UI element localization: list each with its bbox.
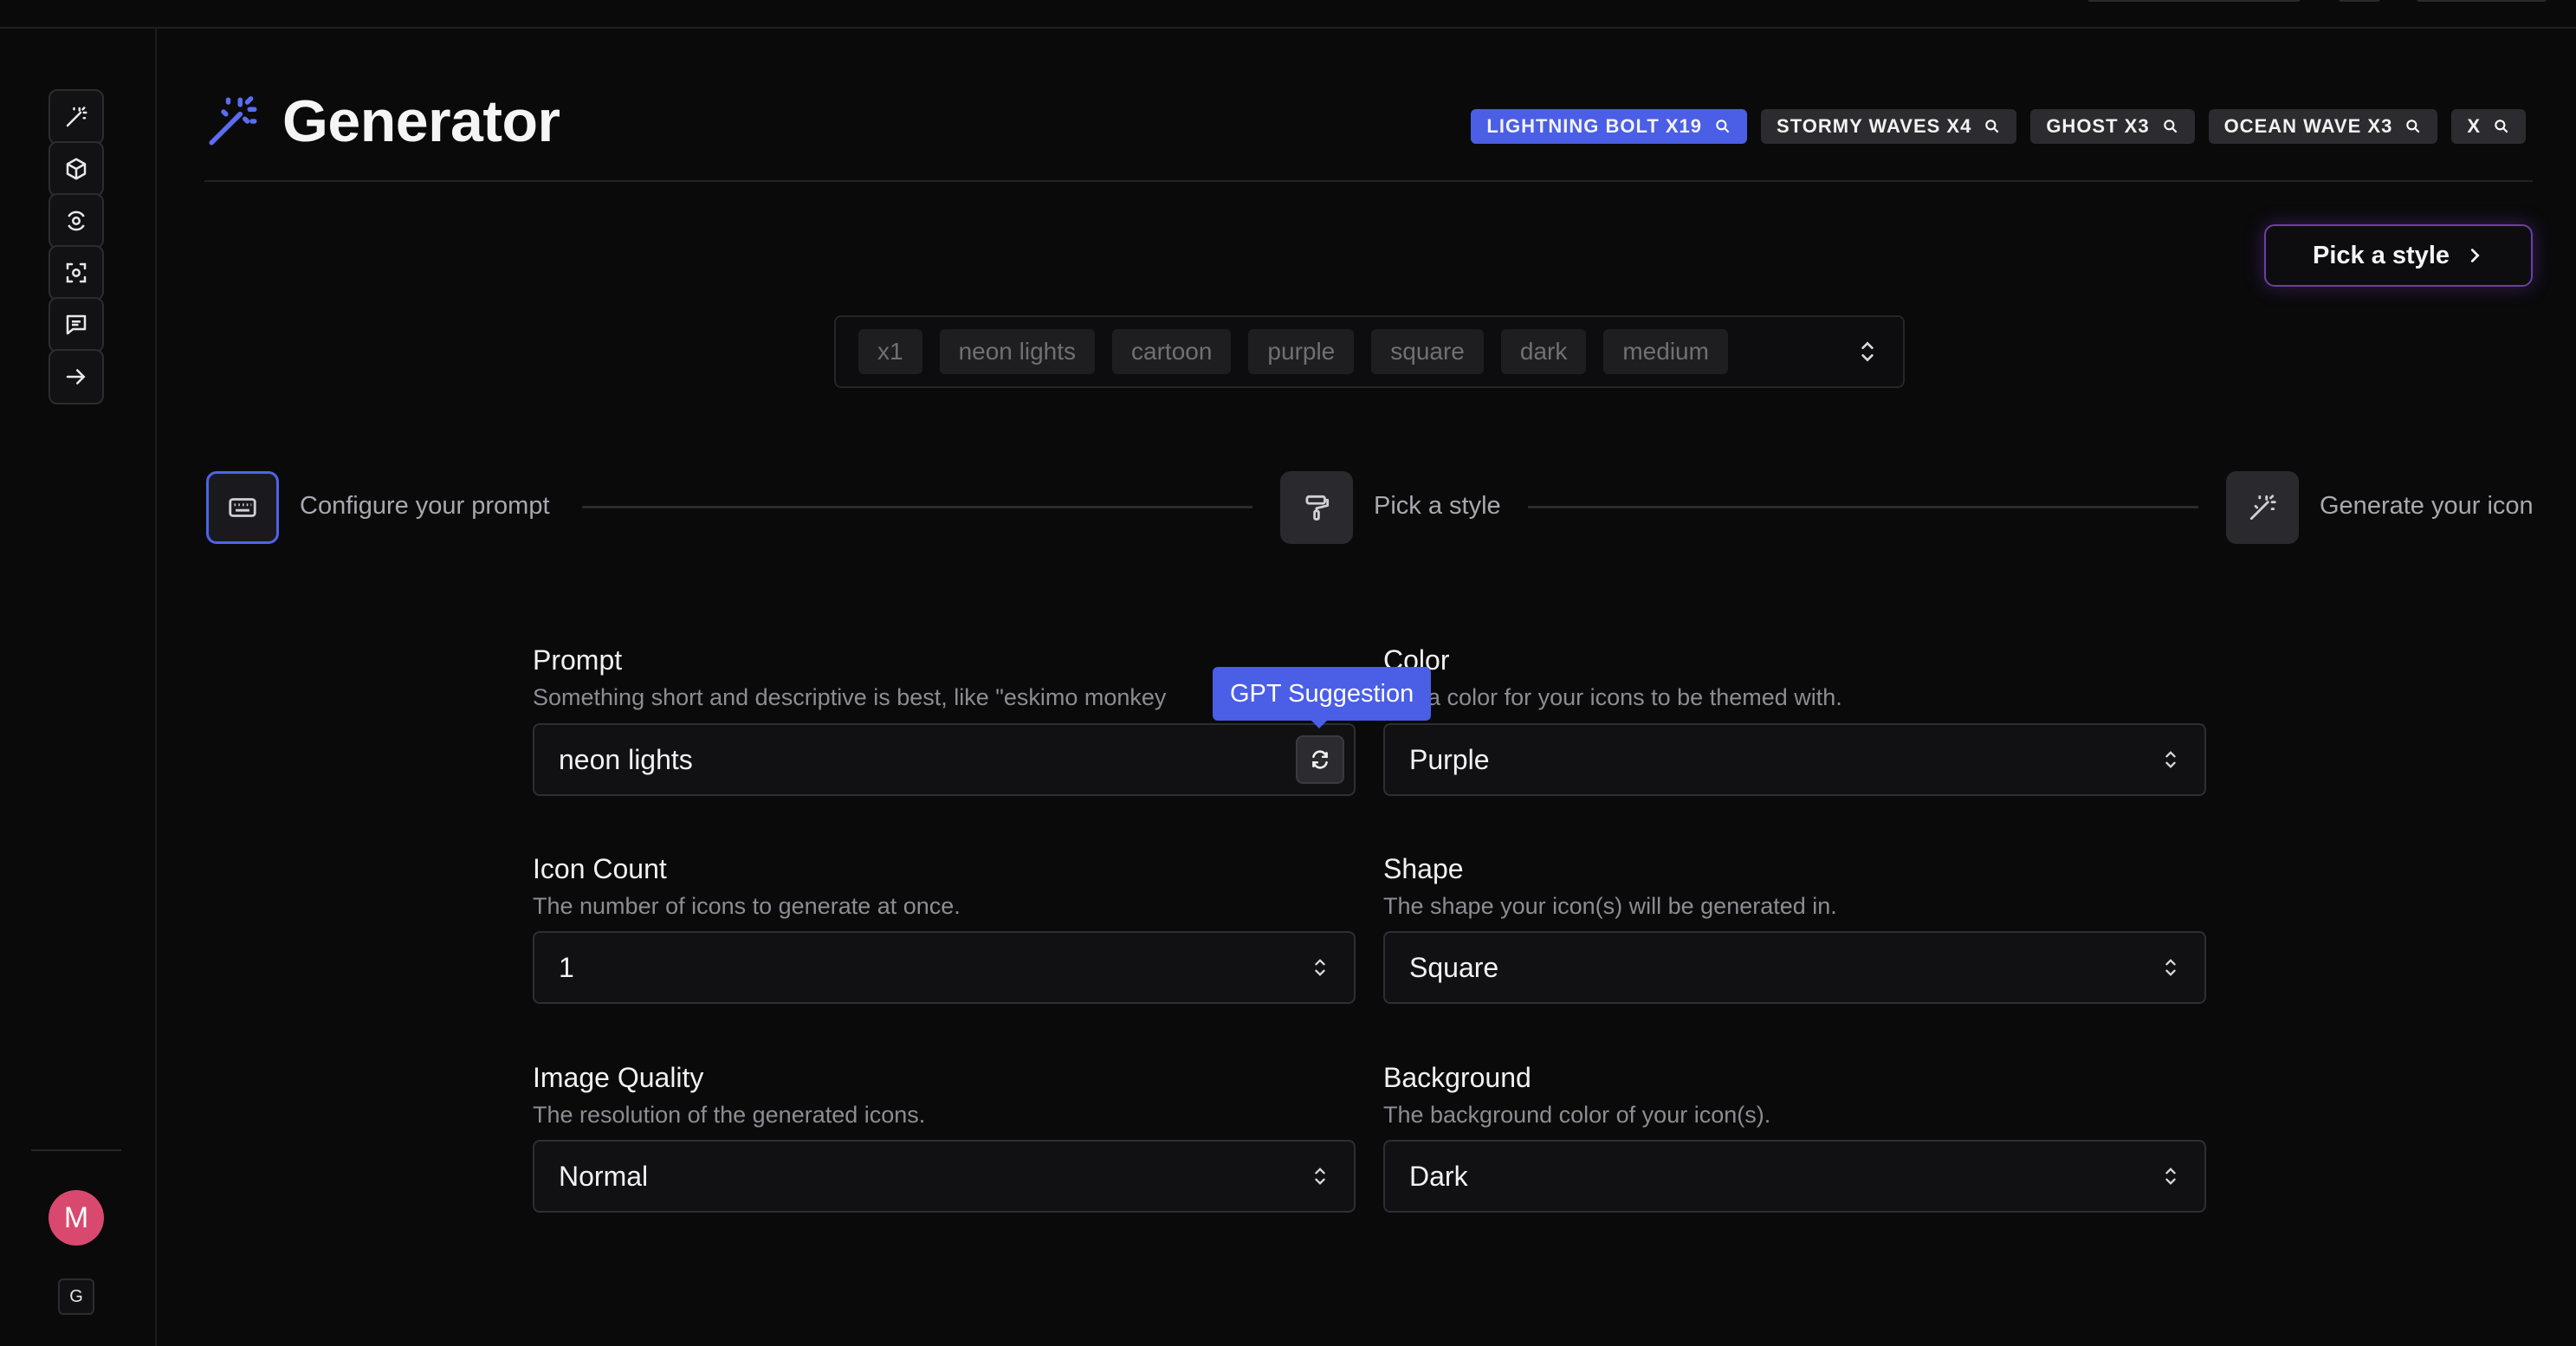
magic-wand-icon	[66, 107, 87, 127]
keyboard-icon	[229, 498, 256, 517]
step-connector	[1528, 506, 2198, 508]
search-icon	[1985, 120, 1999, 133]
color-description: ose a color for your icons to be themed …	[1383, 684, 1842, 710]
prompt-summary[interactable]: x1 neon lights cartoon purple square dar…	[834, 315, 1905, 388]
shape-value: Square	[1409, 951, 1499, 983]
pick-style-button[interactable]: Pick a style	[2264, 224, 2533, 287]
prompt-chip: neon lights	[939, 329, 1096, 374]
chevron-up-down-icon	[2165, 1168, 2176, 1185]
paint-roller-icon	[1305, 495, 1330, 521]
prompt-chip: dark	[1500, 329, 1587, 374]
chevron-up-down-icon	[1315, 959, 1325, 976]
image-quality-value: Normal	[559, 1160, 649, 1192]
gpt-suggestion-tooltip: GPT Suggestion	[1213, 667, 1432, 728]
magic-wand-icon	[2249, 495, 2276, 521]
prompt-label: Prompt	[533, 644, 623, 676]
step-connector	[582, 506, 1252, 508]
sidebar-item-go[interactable]	[49, 349, 104, 404]
target-icon	[68, 210, 85, 231]
color-select[interactable]: Purple	[1383, 723, 2206, 796]
search-icon	[1716, 120, 1730, 133]
tag-ocean-wave[interactable]: OCEAN WAVE X3	[2208, 109, 2438, 144]
search-icon	[2163, 120, 2177, 133]
prompt-description: Something short and descriptive is best,…	[533, 684, 1167, 710]
shape-select[interactable]: Square	[1383, 931, 2206, 1004]
prompt-chip: purple	[1248, 329, 1355, 374]
prompt-chip: square	[1371, 329, 1484, 374]
sidebar-item-generator[interactable]	[49, 89, 104, 145]
top-bar	[0, 0, 2576, 29]
tag-label: STORMY WAVES X4	[1777, 115, 1972, 137]
sidebar-item-feedback[interactable]	[49, 297, 104, 353]
message-icon	[66, 314, 87, 335]
top-bar-control[interactable]	[2087, 0, 2301, 2]
refresh-icon	[1312, 750, 1328, 769]
focus-icon	[66, 262, 87, 283]
tag-label: GHOST X3	[2046, 115, 2150, 137]
step-generate-label: Generate your icon	[2320, 492, 2534, 520]
step-configure-label: Configure your prompt	[300, 492, 550, 520]
prompt-input[interactable]: neon lights	[533, 723, 1356, 796]
sidebar-item-community[interactable]	[49, 193, 104, 249]
shape-label: Shape	[1383, 853, 1464, 884]
sidebar	[0, 29, 157, 1346]
tag-label: LIGHTNING BOLT X19	[1486, 115, 1703, 137]
tooltip-text: GPT Suggestion	[1230, 679, 1414, 708]
color-value: Purple	[1409, 743, 1490, 775]
step-style-label: Pick a style	[1374, 492, 1501, 520]
recent-tags: LIGHTNING BOLT X19 STORMY WAVES X4 GHOST…	[1471, 109, 2526, 144]
pick-style-label: Pick a style	[2313, 241, 2450, 269]
tag-label: OCEAN WAVE X3	[2223, 115, 2393, 137]
sidebar-bottom-button[interactable]: G	[58, 1278, 94, 1315]
sidebar-divider	[31, 1149, 121, 1151]
image-quality-select[interactable]: Normal	[533, 1140, 1356, 1213]
icon-count-select[interactable]: 1	[533, 931, 1356, 1004]
step-style-icon[interactable]	[1280, 471, 1353, 544]
magic-wand-icon	[209, 96, 257, 146]
step-configure-icon[interactable]	[206, 471, 279, 544]
image-quality-label: Image Quality	[533, 1062, 704, 1093]
header-divider	[204, 180, 2533, 182]
page-header: Generator	[204, 87, 560, 156]
icon-count-value: 1	[559, 951, 574, 983]
background-label: Background	[1383, 1062, 1531, 1093]
background-value: Dark	[1409, 1160, 1468, 1192]
search-icon	[2406, 120, 2420, 133]
chevron-right-icon	[2470, 249, 2480, 262]
tag-ghost[interactable]: GHOST X3	[2030, 109, 2195, 144]
sidebar-item-focus[interactable]	[49, 245, 104, 301]
cube-icon	[66, 158, 87, 180]
gpt-suggestion-button[interactable]	[1296, 735, 1344, 784]
step-generate-icon[interactable]	[2226, 471, 2299, 544]
arrow-right-icon	[66, 369, 86, 385]
icon-count-description: The number of icons to generate at once.	[533, 893, 961, 919]
background-select[interactable]: Dark	[1383, 1140, 2206, 1213]
avatar[interactable]: M	[49, 1190, 104, 1246]
page-title: Generator	[282, 88, 560, 154]
search-icon	[2495, 120, 2508, 133]
prompt-chip: medium	[1603, 329, 1728, 374]
sidebar-item-collection[interactable]	[49, 141, 104, 197]
prompt-value: neon lights	[559, 743, 693, 775]
top-bar-control[interactable]	[2417, 0, 2547, 2]
tag-lightning-bolt[interactable]: LIGHTNING BOLT X19	[1471, 109, 1748, 144]
tag-stormy-waves[interactable]: STORMY WAVES X4	[1761, 109, 2017, 144]
chevron-up-down-icon	[1315, 1168, 1325, 1185]
shape-description: The shape your icon(s) will be generated…	[1383, 893, 1837, 919]
tag-x[interactable]: X	[2451, 109, 2526, 144]
image-quality-description: The resolution of the generated icons.	[533, 1102, 926, 1128]
top-bar-control[interactable]	[2339, 0, 2380, 2]
chevron-up-down-icon	[2165, 959, 2176, 976]
expand-toggle[interactable]	[1854, 334, 1880, 369]
background-description: The background color of your icon(s).	[1383, 1102, 1771, 1128]
chevron-up-down-icon	[2165, 751, 2176, 768]
chevron-up-down-icon	[1861, 341, 1874, 362]
icon-count-label: Icon Count	[533, 853, 667, 884]
tag-label: X	[2467, 115, 2481, 137]
prompt-chip: x1	[858, 329, 922, 374]
prompt-chip: cartoon	[1112, 329, 1232, 374]
